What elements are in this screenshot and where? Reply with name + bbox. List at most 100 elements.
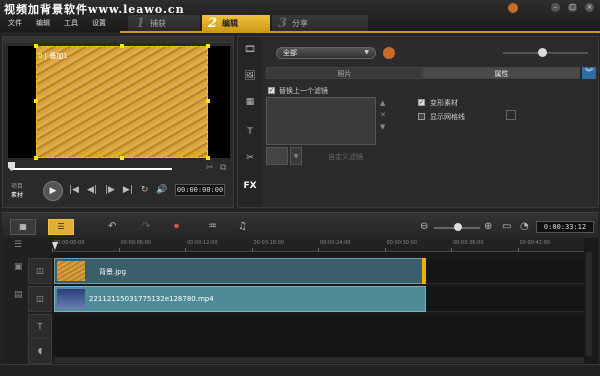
resize-handle[interactable] — [34, 44, 38, 48]
move-up-icon[interactable]: ▲ — [380, 97, 386, 109]
expand-options-icon[interactable]: ︾ — [582, 67, 596, 79]
tab-photo[interactable]: 照片 — [266, 67, 423, 79]
minimize-icon[interactable]: – — [551, 3, 560, 12]
vertical-scrollbar[interactable] — [586, 252, 592, 356]
graphic-icon[interactable]: ✂ — [242, 153, 258, 165]
ruler-tick — [251, 248, 253, 252]
close-icon[interactable]: × — [585, 3, 594, 12]
overlay-image[interactable] — [34, 44, 210, 160]
menu-edit[interactable]: 编辑 — [36, 18, 50, 28]
tab-attribute[interactable]: 属性 — [423, 67, 580, 79]
video-track-header[interactable]: ◫ — [28, 258, 52, 284]
storyboard-view-button[interactable]: ▦ — [10, 219, 36, 235]
applied-filter-list[interactable] — [266, 97, 376, 145]
track-manager-icon[interactable]: ☰ — [14, 240, 22, 250]
preview-panel: 0 | 叠加1 ✂ ⧉ 项目 素材 ▶ |◀ ◀| |▶ ▶| ↻ 🔊 00:0… — [2, 36, 234, 208]
horizontal-scrollbar[interactable] — [54, 358, 584, 363]
media-icon[interactable]: 🎞 — [242, 45, 258, 57]
title-track-header[interactable]: T — [28, 314, 52, 340]
custom-filter-button[interactable]: 自定义滤镜 — [328, 152, 363, 162]
play-button[interactable]: ▶ — [43, 181, 63, 201]
clip-trim-handle[interactable] — [422, 258, 426, 284]
previous-frame-icon[interactable]: ◀| — [87, 185, 97, 195]
ruler-tick-label: 00:00:00:00 — [54, 240, 85, 246]
resize-handle[interactable] — [34, 99, 38, 103]
trim-icon[interactable]: ✂ — [206, 163, 214, 173]
step-number: 3 — [278, 15, 288, 31]
slider-knob[interactable] — [538, 48, 547, 57]
clip-photo[interactable]: 背景.jpg — [54, 258, 426, 284]
step-number: 1 — [136, 15, 146, 31]
fit-project-icon[interactable]: ▭ — [502, 221, 511, 232]
overlay-icon[interactable]: ▦ — [242, 97, 258, 109]
step-tab-share[interactable]: 3 分享 — [272, 15, 368, 31]
timeline-view-button[interactable]: ☰ — [48, 219, 74, 235]
clip-mode-label[interactable]: 素材 — [11, 191, 23, 200]
resize-handle[interactable] — [206, 99, 210, 103]
resize-handle[interactable] — [120, 44, 124, 48]
transition-icon[interactable]: 🖼 — [242, 71, 258, 83]
distort-clip-checkbox[interactable]: ✓ — [418, 99, 425, 106]
audio-mixer-icon[interactable]: ♒ — [208, 221, 217, 232]
window-controls: – □ × — [551, 3, 594, 12]
zoom-out-icon[interactable]: ⊖ — [420, 221, 428, 232]
chevron-down-icon[interactable]: ▼ — [290, 147, 302, 165]
zoom-knob[interactable] — [454, 223, 462, 231]
filter-preset-thumbnail[interactable] — [266, 147, 288, 165]
volume-icon[interactable]: 🔊 — [156, 185, 167, 195]
repeat-icon[interactable]: ↻ — [141, 185, 149, 195]
clip-video[interactable]: 22112115031775132e128780.mp4 — [54, 286, 426, 312]
menu-tools[interactable]: 工具 — [64, 18, 78, 28]
auto-music-icon[interactable]: ♫ — [238, 221, 247, 232]
zoom-in-icon[interactable]: ⊕ — [484, 221, 492, 232]
preview-timecode[interactable]: 00:00:00:00 — [175, 184, 225, 196]
ruler-tick — [384, 248, 386, 252]
timeline-tracks: ☰ ▣ ◫ ▤ ◫ T ◖ 00:00:00:00 00:00:06:00 00:0… — [2, 238, 598, 364]
library-toolstrip: 🎞 🖼 ▦ T ✂ FX — [238, 37, 262, 207]
title-track-lane[interactable] — [54, 314, 584, 340]
remove-filter-icon[interactable]: ✕ — [380, 109, 386, 121]
voice-track-lane[interactable] — [54, 338, 584, 358]
resize-handle[interactable] — [206, 44, 210, 48]
overlay-track-header[interactable]: ◫ — [28, 286, 52, 312]
menu-settings[interactable]: 设置 — [92, 18, 106, 28]
step-tab-edit[interactable]: 2 编辑 — [202, 15, 270, 31]
menu-file[interactable]: 文件 — [8, 18, 22, 28]
filter-icon[interactable]: FX — [242, 181, 258, 193]
app-window: 视频加背景软件www.leawo.cn 文件 编辑 工具 设置 1 捕获 2 编… — [0, 0, 600, 376]
record-icon[interactable]: ⏺ — [174, 221, 179, 232]
title-icon[interactable]: T — [242, 127, 258, 139]
next-frame-icon[interactable]: |▶ — [105, 185, 115, 195]
transport-controls: |◀ ◀| |▶ ▶| ↻ 🔊 — [69, 185, 168, 195]
undo-icon[interactable]: ↶ — [108, 221, 116, 232]
replace-filter-checkbox[interactable]: ✓ — [268, 87, 275, 94]
preview-screen[interactable]: 0 | 叠加1 — [8, 44, 230, 160]
resize-handle[interactable] — [120, 156, 124, 160]
overlay-track-icon: ▤ — [14, 290, 23, 300]
project-mode-label[interactable]: 项目 — [11, 182, 23, 191]
copy-icon[interactable]: ⧉ — [220, 163, 226, 173]
move-down-icon[interactable]: ▼ — [380, 121, 386, 133]
scrub-bar[interactable]: ✂ ⧉ — [8, 161, 230, 175]
mode-labels: 项目 素材 — [11, 182, 23, 200]
category-select[interactable]: 全部 ▼ — [276, 47, 376, 59]
help-icon[interactable] — [508, 3, 518, 13]
grid-settings-icon[interactable] — [506, 110, 516, 120]
replace-filter-label: 替换上一个滤镜 — [279, 87, 328, 95]
maximize-icon[interactable]: □ — [568, 3, 577, 12]
show-grid-checkbox[interactable] — [418, 113, 425, 120]
end-icon[interactable]: ▶| — [123, 185, 133, 195]
voice-track-header[interactable]: ◖ — [28, 338, 52, 364]
resize-handle[interactable] — [34, 156, 38, 160]
resize-handle[interactable] — [206, 156, 210, 160]
title-bar: 视频加背景软件www.leawo.cn 文件 编辑 工具 设置 1 捕获 2 编… — [0, 0, 600, 33]
time-ruler[interactable]: 00:00:00:00 00:00:06:00 00:00:12:00 00:00:1… — [52, 238, 584, 252]
step-label: 分享 — [292, 18, 309, 28]
scrub-track[interactable] — [12, 168, 172, 170]
home-icon[interactable]: |◀ — [69, 185, 79, 195]
filter-list-controls: ▲ ✕ ▼ — [380, 97, 386, 133]
import-icon[interactable] — [383, 47, 395, 59]
step-tab-capture[interactable]: 1 捕获 — [128, 15, 200, 31]
redo-icon[interactable]: ↷ — [142, 221, 150, 232]
project-duration[interactable]: 0:00:33:12 — [536, 221, 594, 233]
